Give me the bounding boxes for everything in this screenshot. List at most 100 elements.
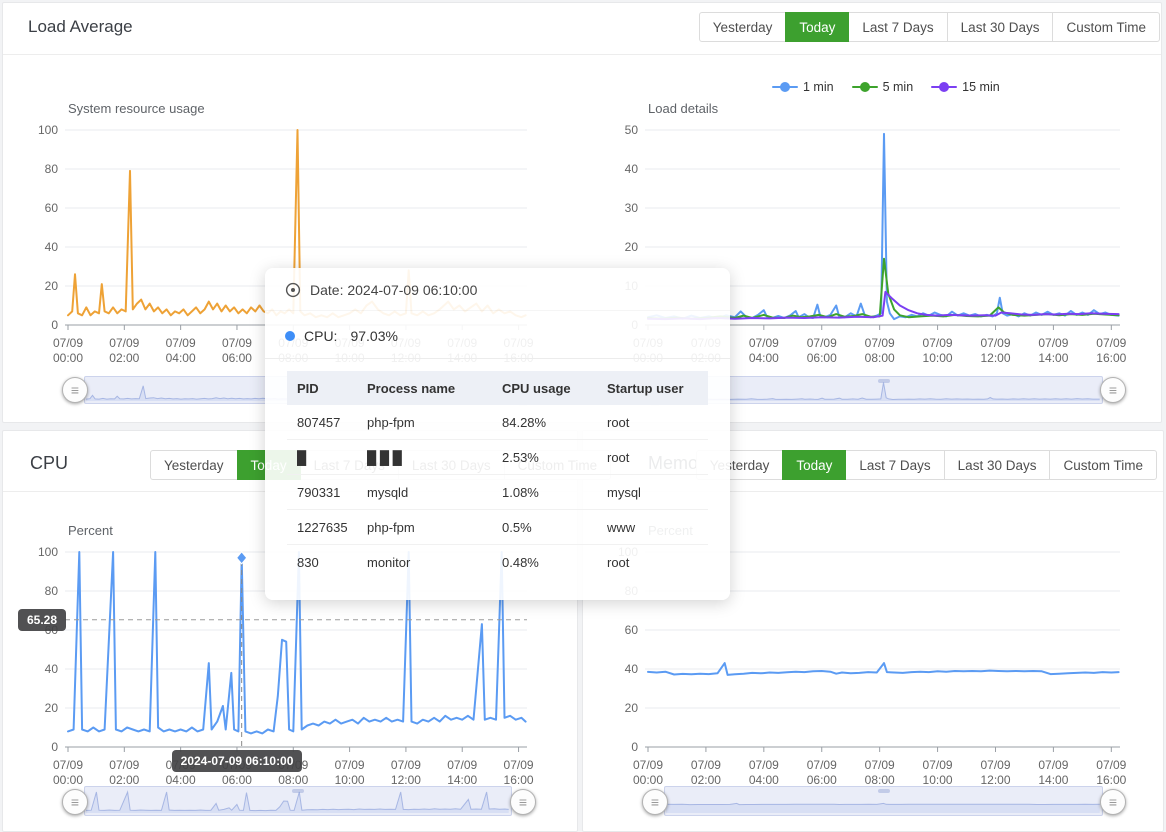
x-axis-date-label: 07/09 — [980, 758, 1010, 772]
datazoom-handle-right-cpu[interactable]: ≡ — [510, 789, 536, 815]
x-axis-date-label: 07/09 — [865, 336, 895, 350]
y-axis-label: 100 — [38, 123, 58, 137]
y-axis-label: 60 — [625, 623, 639, 637]
datazoom-slider-cpu[interactable] — [84, 786, 512, 816]
legend-line-dot-icon — [931, 82, 957, 92]
legend-item-5-min[interactable]: 5 min — [852, 80, 914, 94]
x-axis-date-label: 07/09 — [980, 336, 1010, 350]
datazoom-slider-memory[interactable] — [664, 786, 1103, 816]
process-table-cell: 790331 — [287, 475, 357, 510]
clock-icon — [285, 282, 301, 298]
section-title-load-average: Load Average — [28, 17, 133, 37]
section-title-cpu: CPU — [30, 453, 68, 474]
legend-label: 5 min — [883, 80, 914, 94]
x-axis-time-label: 02:00 — [691, 773, 721, 787]
series-dot-icon — [285, 331, 295, 341]
x-axis-time-label: 16:00 — [504, 773, 534, 787]
y-axis-label: 100 — [38, 545, 58, 559]
axis-name-cpu-percent: Percent — [68, 523, 113, 538]
process-table-cell: 1227635 — [287, 510, 357, 545]
y-axis-label: 60 — [45, 201, 59, 215]
x-axis-date-label: 07/09 — [504, 758, 534, 772]
datazoom-handle-left-cpu[interactable]: ≡ — [62, 789, 88, 815]
datazoom-preview — [665, 787, 1102, 815]
axis-pointer-time-badge: 2024-07-09 06:10:00 — [172, 750, 303, 772]
process-table-cell: root — [597, 440, 708, 475]
x-axis-time-label: 00:00 — [53, 351, 83, 365]
time-filter-group-memory: YesterdayTodayLast 7 DaysLast 30 DaysCus… — [696, 450, 1157, 480]
legend-label: 1 min — [803, 80, 834, 94]
x-axis-time-label: 06:00 — [807, 773, 837, 787]
x-axis-date-label: 07/09 — [865, 758, 895, 772]
x-axis-time-label: 10:00 — [923, 773, 953, 787]
x-axis-date-label: 07/09 — [1038, 758, 1068, 772]
process-table-row: 807457php-fpm84.28%root — [287, 405, 708, 440]
y-axis-label: 30 — [625, 201, 639, 215]
process-table-cell: mysql — [597, 475, 708, 510]
process-table-cell: www — [597, 510, 708, 545]
x-axis-date-label: 07/09 — [447, 758, 477, 772]
process-table-cell: root — [597, 405, 708, 440]
memory-time-button-last-30-days[interactable]: Last 30 Days — [944, 450, 1051, 480]
x-axis-date-label: 07/09 — [109, 758, 139, 772]
datazoom-handle-left-memory[interactable]: ≡ — [642, 789, 668, 815]
process-table-cell: 84.28% — [492, 405, 597, 440]
legend-item-1-min[interactable]: 1 min — [772, 80, 834, 94]
cpu-time-button-yesterday[interactable]: Yesterday — [150, 450, 238, 480]
x-axis-date-label: 07/09 — [807, 758, 837, 772]
process-table-cell: 0.5% — [492, 510, 597, 545]
load-average-time-button-yesterday[interactable]: Yesterday — [699, 12, 787, 42]
process-table-cell: 2.53% — [492, 440, 597, 475]
memory-time-button-custom-time[interactable]: Custom Time — [1049, 450, 1157, 480]
tooltip-header: Date: 2024-07-09 06:10:00 — [265, 268, 730, 311]
y-axis-label: 20 — [45, 279, 59, 293]
y-axis-label: 40 — [45, 240, 59, 254]
tooltip-metric-label: CPU: — [304, 328, 337, 344]
load-average-time-button-today[interactable]: Today — [785, 12, 849, 42]
x-axis-time-label: 06:00 — [807, 351, 837, 365]
memory-time-button-today[interactable]: Today — [782, 450, 846, 480]
x-axis-time-label: 10:00 — [923, 351, 953, 365]
x-axis-date-label: 07/09 — [633, 758, 663, 772]
legend-item-15-min[interactable]: 15 min — [931, 80, 1000, 94]
load-average-time-button-custom-time[interactable]: Custom Time — [1052, 12, 1160, 42]
load-average-time-button-last-30-days[interactable]: Last 30 Days — [947, 12, 1054, 42]
x-axis-time-label: 04:00 — [749, 773, 779, 787]
y-axis-label: 50 — [625, 123, 639, 137]
memory-time-button-last-7-days[interactable]: Last 7 Days — [845, 450, 944, 480]
y-axis-label: 0 — [51, 740, 58, 754]
y-axis-label: 0 — [631, 740, 638, 754]
x-axis-date-label: 07/09 — [807, 336, 837, 350]
cpu-hover-tooltip: Date: 2024-07-09 06:10:00 CPU: 97.03% PI… — [265, 268, 730, 600]
y-axis-label: 40 — [625, 162, 639, 176]
process-table-cell: 0.48% — [492, 545, 597, 580]
x-axis-date-label: 07/09 — [691, 758, 721, 772]
process-table-cell: php-fpm — [357, 405, 492, 440]
y-axis-label: 80 — [45, 162, 59, 176]
x-axis-time-label: 02:00 — [109, 773, 139, 787]
y-axis-label: 0 — [51, 318, 58, 332]
process-table-row: ██ █ █2.53%root — [287, 440, 708, 475]
process-table-header: PID — [287, 371, 357, 405]
load-average-time-button-last-7-days[interactable]: Last 7 Days — [848, 12, 947, 42]
datazoom-handle-right-memory[interactable]: ≡ — [1100, 789, 1126, 815]
x-axis-time-label: 12:00 — [980, 773, 1010, 787]
process-table-cell: █ — [287, 440, 357, 475]
x-axis-time-label: 14:00 — [447, 773, 477, 787]
process-table-header: CPU usage — [492, 371, 597, 405]
process-table-header: Process name — [357, 371, 492, 405]
x-axis-date-label: 07/09 — [53, 336, 83, 350]
datazoom-preview — [85, 787, 511, 815]
x-axis-time-label: 14:00 — [1038, 351, 1068, 365]
y-axis-label: 40 — [625, 662, 639, 676]
datazoom-handle-right-load-details[interactable]: ≡ — [1100, 377, 1126, 403]
datazoom-handle-left-system-resource[interactable]: ≡ — [62, 377, 88, 403]
cpu-average-marker-badge: 65.28 — [18, 609, 66, 631]
x-axis-date-label: 07/09 — [1038, 336, 1068, 350]
process-table-cell: mysqld — [357, 475, 492, 510]
x-axis-time-label: 04:00 — [749, 351, 779, 365]
x-axis-time-label: 08:00 — [865, 351, 895, 365]
y-axis-label: 20 — [45, 701, 59, 715]
x-axis-time-label: 02:00 — [109, 351, 139, 365]
x-axis-date-label: 07/09 — [109, 336, 139, 350]
